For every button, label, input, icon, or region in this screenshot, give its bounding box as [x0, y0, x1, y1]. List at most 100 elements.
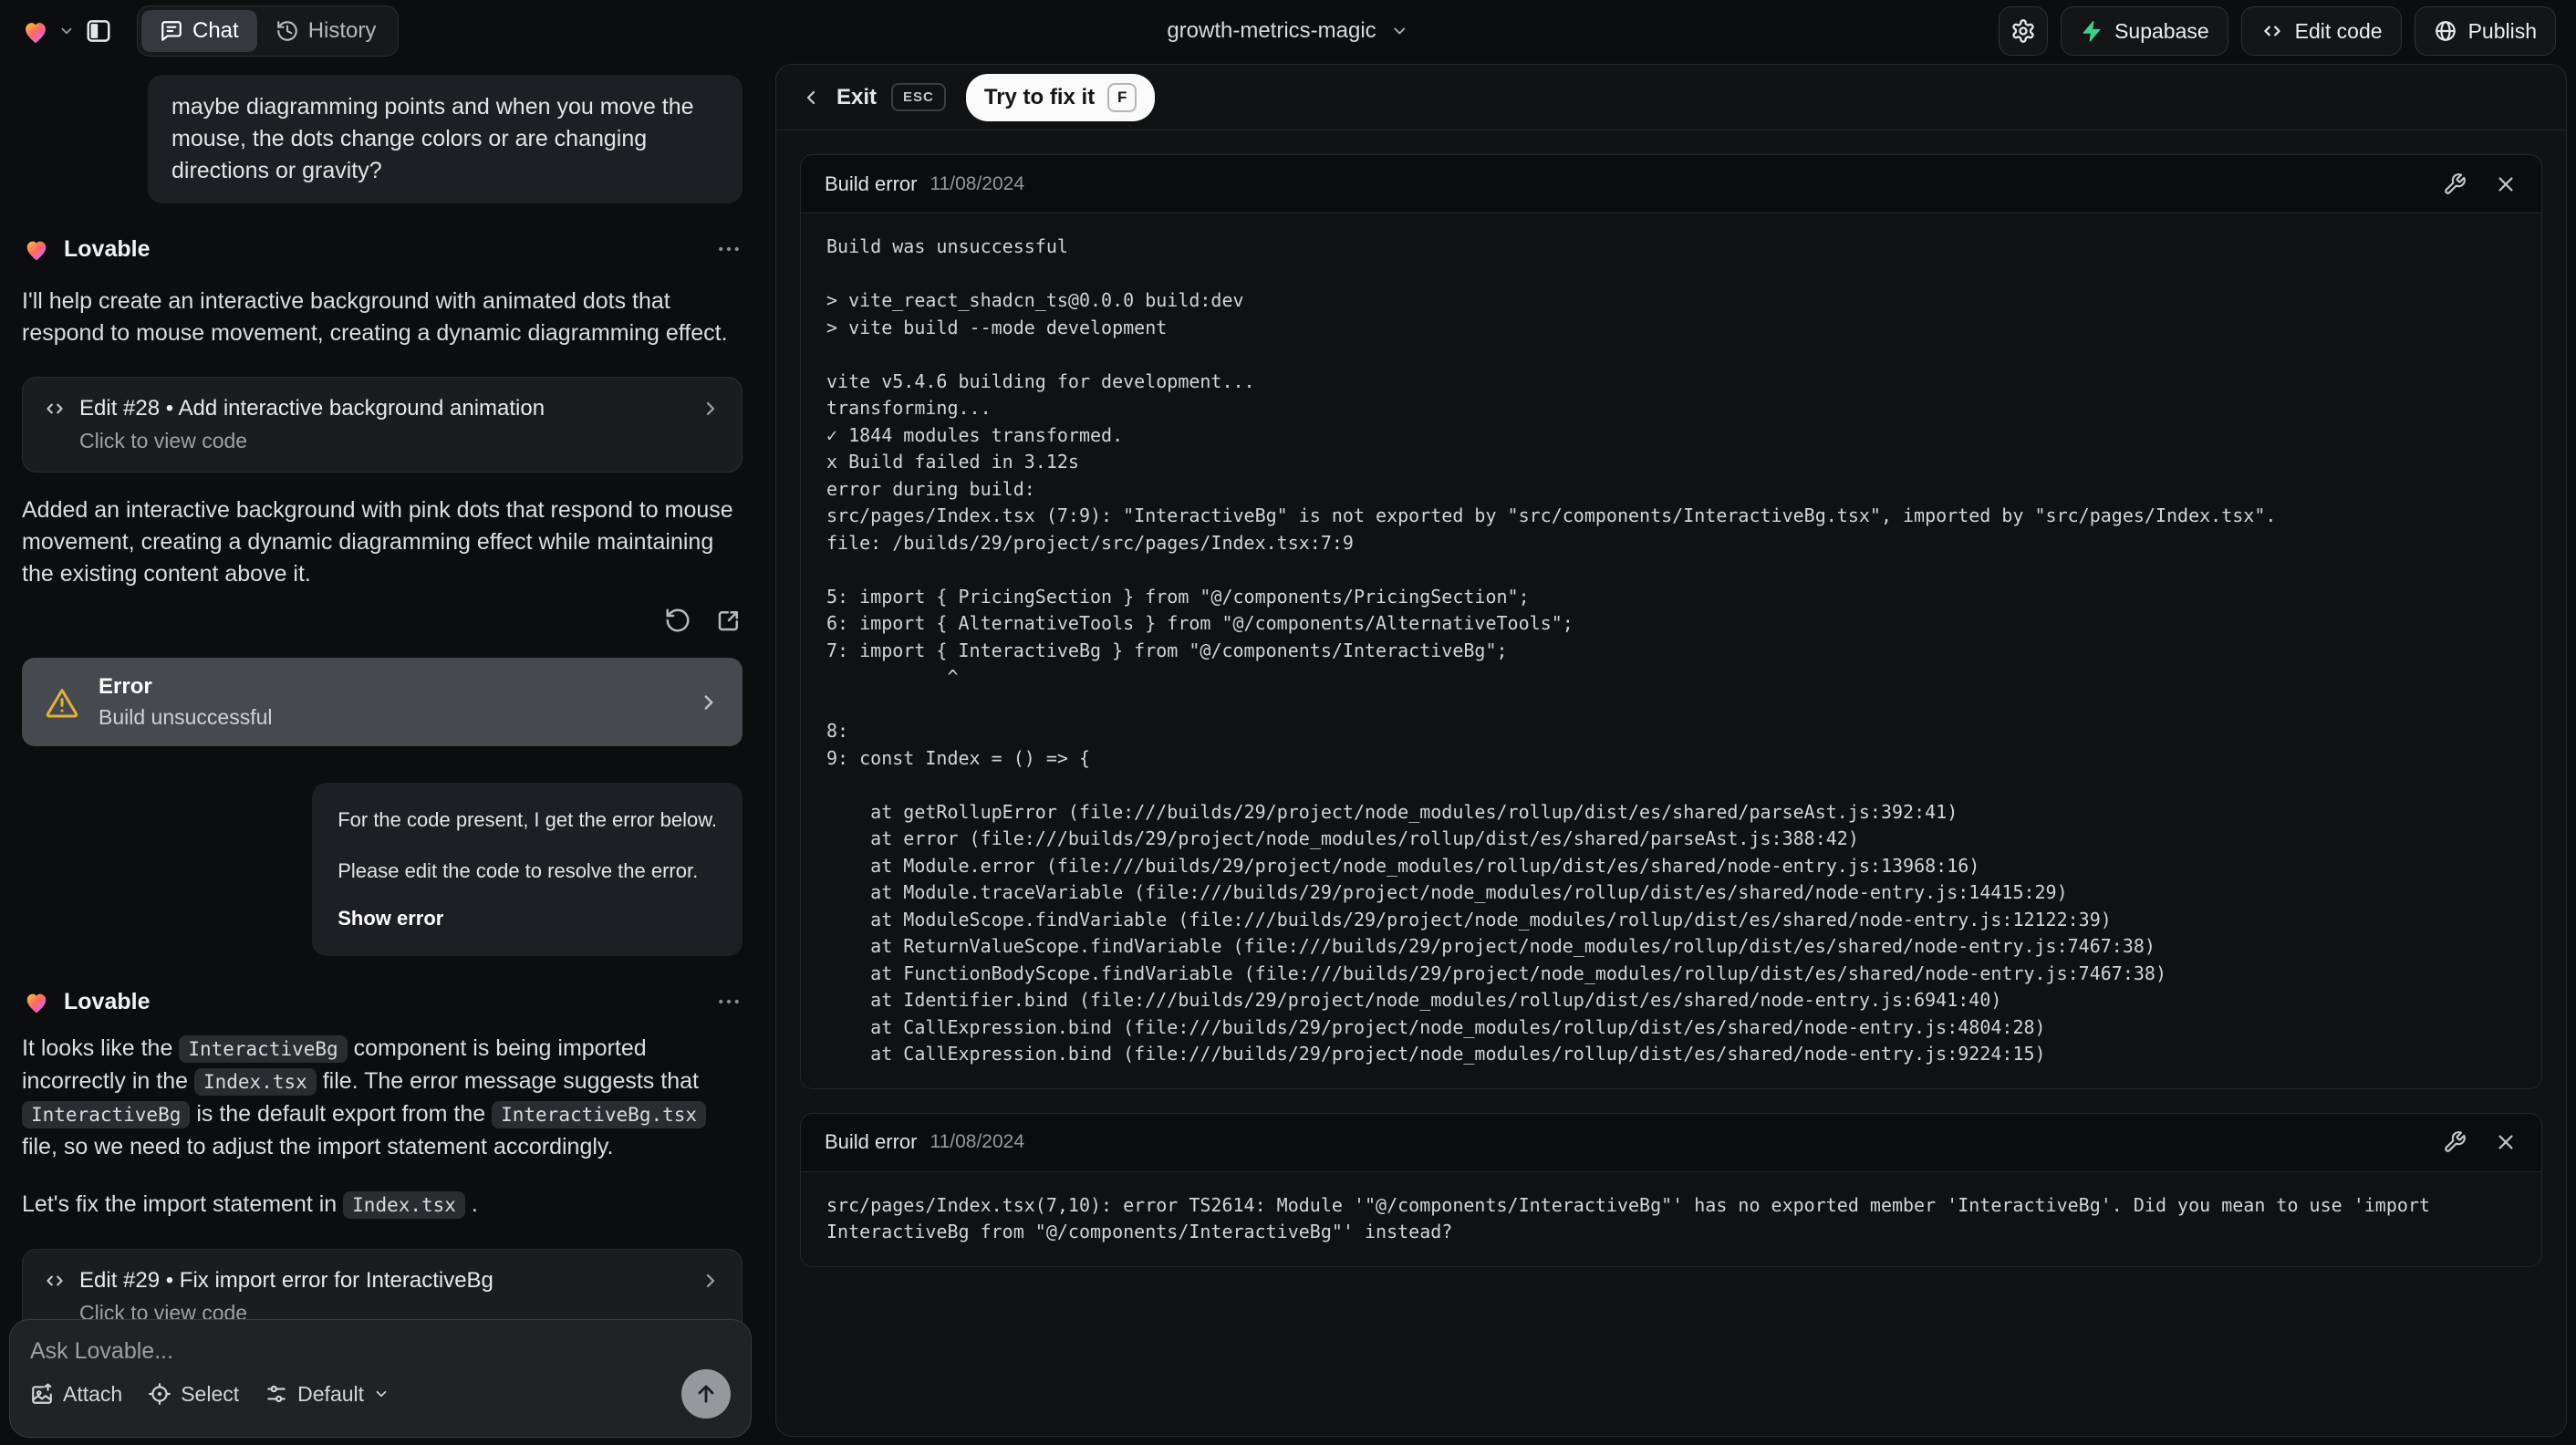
- try-to-fix-button[interactable]: Try to fix it F: [965, 73, 1156, 121]
- close-icon[interactable]: [2494, 1130, 2518, 1154]
- user-error-line1: For the code present, I get the error be…: [338, 808, 717, 831]
- chevron-down-icon: [1391, 22, 1409, 40]
- chat-history-tabs: Chat History: [137, 5, 400, 57]
- chevron-right-icon: [697, 691, 721, 714]
- error-card-title: Error: [99, 674, 152, 699]
- mode-label: Default: [297, 1381, 365, 1406]
- fix-wrench-icon[interactable]: [2443, 172, 2467, 196]
- inline-code: InteractiveBg: [179, 1035, 348, 1063]
- error-panel-body[interactable]: Build error 11/08/2024 Build was unsucce…: [776, 130, 2566, 1291]
- edit-card-subtitle: Click to view code: [79, 429, 248, 452]
- assistant-message-header: Lovable: [22, 987, 743, 1016]
- tab-chat[interactable]: Chat: [141, 10, 257, 52]
- chat-bubble-icon: [160, 19, 183, 43]
- settings-button[interactable]: [1999, 6, 2049, 56]
- esc-key-badge: ESC: [891, 83, 946, 111]
- tab-history-label: History: [307, 18, 377, 43]
- toggle-sidebar-button[interactable]: [75, 7, 122, 55]
- publish-button[interactable]: Publish: [2414, 6, 2556, 56]
- assistant-text: I'll help create an interactive backgrou…: [22, 288, 728, 346]
- more-options-icon[interactable]: [715, 988, 743, 1015]
- assistant-name: Lovable: [64, 235, 151, 262]
- tab-chat-label: Chat: [192, 18, 239, 43]
- build-error-date: 11/08/2024: [930, 1131, 1025, 1152]
- project-name: growth-metrics-magic: [1167, 18, 1376, 43]
- chat-message-list[interactable]: maybe diagramming points and when you mo…: [0, 62, 764, 1445]
- topbar: Chat History growth-metrics-magic Supaba…: [0, 0, 2576, 62]
- build-error-title: Build error: [825, 1130, 918, 1153]
- assistant-name: Lovable: [64, 988, 151, 1014]
- chat-input[interactable]: [30, 1338, 731, 1369]
- lovable-logo-menu[interactable]: [20, 16, 75, 47]
- build-error-box-2: Build error 11/08/2024 src/pages/Index.t…: [800, 1112, 2542, 1267]
- supabase-label: Supabase: [2114, 18, 2209, 43]
- build-error-box-1: Build error 11/08/2024 Build was unsucce…: [800, 154, 2542, 1089]
- select-label: Select: [181, 1381, 240, 1406]
- assistant-message-header: Lovable: [22, 234, 743, 264]
- fix-wrench-icon[interactable]: [2443, 1130, 2467, 1154]
- build-error-card[interactable]: Error Build unsuccessful: [22, 658, 743, 746]
- gear-icon: [2010, 18, 2036, 44]
- attach-label: Attach: [63, 1381, 123, 1406]
- chevron-down-icon: [58, 23, 75, 39]
- history-icon: [275, 19, 299, 43]
- edit-code-label: Edit code: [2294, 18, 2383, 43]
- chat-composer: Attach Select Default: [9, 1319, 752, 1438]
- edit-code-button[interactable]: Edit code: [2240, 6, 2402, 56]
- supabase-button[interactable]: Supabase: [2061, 6, 2228, 56]
- topbar-actions: Supabase Edit code Publish: [1999, 6, 2556, 56]
- open-preview-icon[interactable]: [715, 607, 743, 634]
- restore-icon[interactable]: [664, 607, 691, 634]
- fix-label: Try to fix it: [983, 84, 1096, 109]
- inline-code: Index.tsx: [343, 1191, 465, 1219]
- show-error-link[interactable]: Show error: [338, 905, 717, 932]
- code-brackets-icon: [2260, 19, 2284, 43]
- panel-left-icon: [85, 17, 112, 45]
- project-switcher[interactable]: growth-metrics-magic: [1167, 0, 1408, 62]
- send-button[interactable]: [681, 1369, 731, 1419]
- lovable-heart-icon: [22, 234, 51, 264]
- assistant-text: Added an interactive background with pin…: [22, 497, 733, 587]
- attach-image-icon: [30, 1382, 54, 1406]
- message-actions: [22, 607, 743, 634]
- arrow-up-icon: [693, 1381, 719, 1407]
- error-card-subtitle: Build unsuccessful: [99, 705, 273, 729]
- build-error-log: src/pages/Index.tsx(7,10): error TS2614:…: [826, 1193, 2442, 1243]
- exit-button[interactable]: Exit ESC: [800, 83, 946, 111]
- build-error-log: Build was unsuccessful > vite_react_shad…: [826, 235, 2277, 1065]
- build-error-date: 11/08/2024: [930, 172, 1025, 194]
- code-xml-icon: [43, 1269, 67, 1293]
- exit-label: Exit: [836, 84, 878, 109]
- inline-code: InteractiveBg.tsx: [492, 1101, 707, 1128]
- build-error-header: Build error 11/08/2024: [801, 1113, 2541, 1172]
- mode-selector[interactable]: Default: [265, 1382, 390, 1407]
- build-error-header: Build error 11/08/2024: [801, 155, 2541, 213]
- edit-card-28[interactable]: Edit #28 • Add interactive background an…: [22, 377, 743, 473]
- publish-label: Publish: [2467, 18, 2537, 43]
- lovable-heart-icon: [20, 16, 51, 47]
- attach-button[interactable]: Attach: [30, 1382, 122, 1407]
- build-error-title: Build error: [825, 172, 918, 195]
- tab-history[interactable]: History: [257, 10, 395, 52]
- globe-icon: [2434, 19, 2457, 43]
- close-icon[interactable]: [2494, 172, 2518, 196]
- inline-code: Index.tsx: [193, 1068, 317, 1096]
- assistant-text: Let's fix the import statement in Index.…: [22, 1191, 478, 1219]
- error-panel-header: Exit ESC Try to fix it F: [776, 65, 2566, 130]
- lovable-heart-icon: [22, 987, 51, 1016]
- edit-card-title: Edit #28 • Add interactive background an…: [79, 396, 545, 421]
- f-key-badge: F: [1107, 82, 1137, 112]
- user-message: maybe diagramming points and when you mo…: [148, 75, 743, 203]
- select-button[interactable]: Select: [148, 1382, 239, 1407]
- chevron-right-icon: [700, 1270, 722, 1292]
- inline-code: InteractiveBg: [22, 1101, 191, 1128]
- chevron-left-icon: [800, 87, 822, 109]
- more-options-icon[interactable]: [715, 235, 743, 263]
- sliders-icon: [265, 1382, 288, 1406]
- chevron-right-icon: [700, 398, 722, 420]
- user-error-line2: Please edit the code to resolve the erro…: [338, 859, 699, 882]
- user-error-message: For the code present, I get the error be…: [312, 783, 743, 956]
- error-detail-panel: Exit ESC Try to fix it F Build error 11/…: [775, 64, 2567, 1437]
- chat-panel: maybe diagramming points and when you mo…: [0, 62, 764, 1445]
- select-target-icon: [148, 1382, 171, 1406]
